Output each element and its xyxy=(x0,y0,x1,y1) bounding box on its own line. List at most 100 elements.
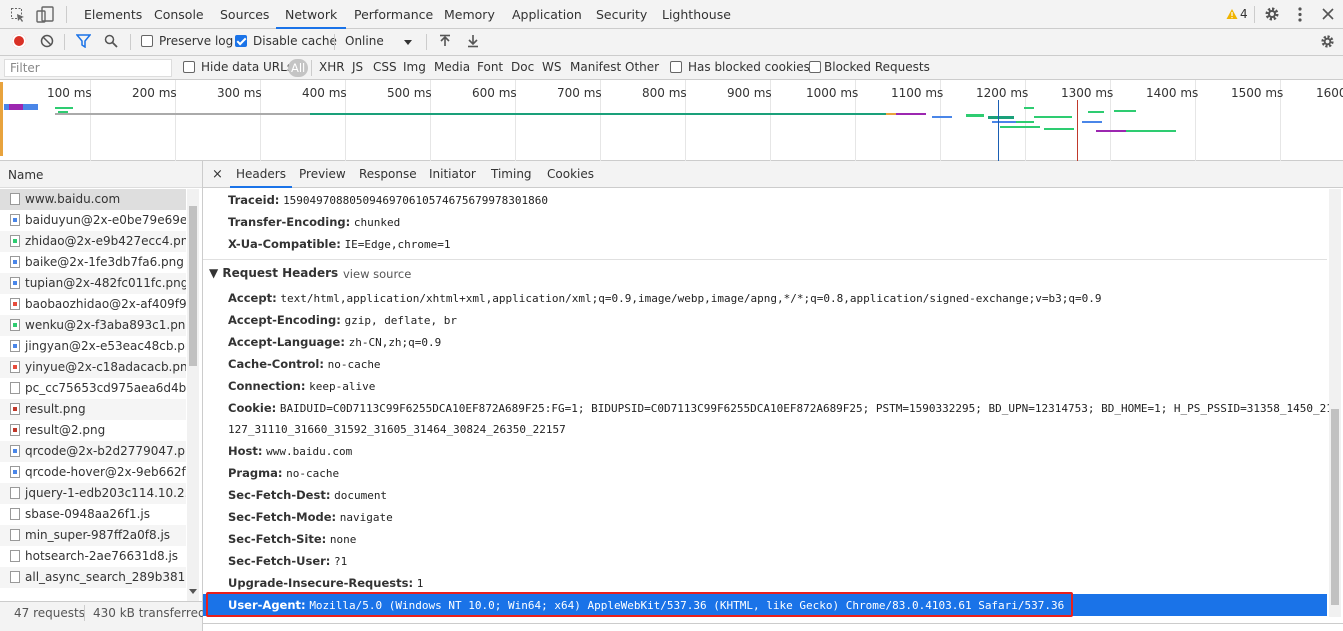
tab-sources[interactable]: Sources xyxy=(220,0,269,29)
warning-count[interactable]: 4 xyxy=(1240,7,1248,21)
request-row[interactable]: jquery-1-edb203c114.10.2.js xyxy=(0,483,186,504)
tab-performance[interactable]: Performance xyxy=(354,0,433,29)
disable-cache-checkbox[interactable] xyxy=(235,35,247,47)
request-list-scrollbar[interactable] xyxy=(187,189,199,603)
hide-data-urls-checkbox[interactable] xyxy=(183,61,195,73)
settings-gear-icon[interactable] xyxy=(1264,6,1280,22)
separator xyxy=(311,60,312,76)
overview-bar xyxy=(310,113,890,115)
request-row[interactable]: all_async_search_289b381.js xyxy=(0,567,186,588)
request-row[interactable]: www.baidu.com xyxy=(0,189,186,210)
header-row: Host: www.baidu.com xyxy=(228,444,353,459)
detail-tab-initiator[interactable]: Initiator xyxy=(429,161,476,188)
header-row: Pragma: no-cache xyxy=(228,466,340,481)
request-row[interactable]: min_super-987ff2a0f8.js xyxy=(0,525,186,546)
detail-tab-response[interactable]: Response xyxy=(359,161,417,188)
request-row[interactable]: result@2.png xyxy=(0,420,186,441)
clear-icon[interactable] xyxy=(40,34,54,48)
file-icon xyxy=(10,319,20,331)
type-filter-font[interactable]: Font xyxy=(477,60,503,74)
type-filter-ws[interactable]: WS xyxy=(542,60,561,74)
timeline-tick-label: 100 ms xyxy=(47,86,92,100)
chevron-down-icon[interactable] xyxy=(404,40,412,45)
filter-icon[interactable] xyxy=(75,34,92,49)
request-row[interactable]: hotsearch-2ae76631d8.js xyxy=(0,546,186,567)
request-row[interactable]: baiduyun@2x-e0be79e69e.pn xyxy=(0,210,186,231)
tab-elements[interactable]: Elements xyxy=(84,0,142,29)
has-blocked-cookies-label[interactable]: Has blocked cookies xyxy=(688,60,810,74)
request-row[interactable]: wenku@2x-f3aba893c1.png xyxy=(0,315,186,336)
domcontentloaded-marker xyxy=(998,100,999,161)
request-row[interactable]: tupian@2x-482fc011fc.png xyxy=(0,273,186,294)
request-row[interactable]: result.png xyxy=(0,399,186,420)
request-count: 47 requests xyxy=(14,606,85,620)
overview-bar xyxy=(988,116,1014,119)
request-row[interactable]: qrcode@2x-b2d2779047.png xyxy=(0,441,186,462)
tab-application[interactable]: Application xyxy=(512,0,582,29)
export-har-icon[interactable] xyxy=(466,34,480,48)
tab-memory[interactable]: Memory xyxy=(444,0,495,29)
close-devtools-icon[interactable] xyxy=(1322,8,1334,20)
timeline-tick-label: 300 ms xyxy=(217,86,262,100)
request-name: result.png xyxy=(25,402,86,416)
type-filter-css[interactable]: CSS xyxy=(373,60,397,74)
tab-lighthouse[interactable]: Lighthouse xyxy=(662,0,731,29)
view-source-link[interactable]: view source xyxy=(343,267,411,281)
request-row[interactable]: zhidao@2x-e9b427ecc4.png xyxy=(0,231,186,252)
type-filter-xhr[interactable]: XHR xyxy=(319,60,345,74)
status-bar: 47 requests 430 kB transferred xyxy=(0,601,206,631)
name-column-header[interactable]: Name xyxy=(0,161,202,188)
timeline-tick-label: 1300 ms xyxy=(1061,86,1114,100)
type-filter-media[interactable]: Media xyxy=(434,60,470,74)
scrollbar-thumb[interactable] xyxy=(1331,409,1339,605)
tab-console[interactable]: Console xyxy=(154,0,204,29)
type-filter-img[interactable]: Img xyxy=(403,60,426,74)
network-settings-gear-icon[interactable] xyxy=(1320,34,1335,49)
blocked-requests-label[interactable]: Blocked Requests xyxy=(824,60,930,74)
device-toolbar-icon[interactable] xyxy=(36,6,54,23)
search-icon[interactable] xyxy=(104,34,118,48)
detail-tabbar: × Headers Preview Response Initiator Tim… xyxy=(203,161,1343,188)
hide-data-urls-label[interactable]: Hide data URLs xyxy=(201,60,293,74)
detail-tab-preview[interactable]: Preview xyxy=(299,161,346,188)
file-icon xyxy=(10,340,20,352)
type-filter-other[interactable]: Other xyxy=(625,60,659,74)
request-headers-section-title[interactable]: ▼ Request Headers xyxy=(209,266,338,280)
scrollbar-thumb[interactable] xyxy=(189,206,197,366)
request-row[interactable]: jingyan@2x-e53eac48cb.png xyxy=(0,336,186,357)
overview-bar xyxy=(1000,126,1040,128)
request-name: qrcode@2x-b2d2779047.png xyxy=(25,444,186,458)
type-filter-all[interactable]: All xyxy=(288,59,309,77)
import-har-icon[interactable] xyxy=(438,34,452,48)
record-icon[interactable] xyxy=(12,34,26,48)
scroll-down-arrow-icon[interactable] xyxy=(189,589,197,594)
request-row[interactable]: baobaozhidao@2x-af409f9db xyxy=(0,294,186,315)
preserve-log-label[interactable]: Preserve log xyxy=(159,34,233,48)
blocked-requests-checkbox[interactable] xyxy=(809,61,821,73)
network-overview-timeline[interactable]: 100 ms 200 ms 300 ms 400 ms 500 ms 600 ms 700 … xyxy=(0,80,1343,161)
disable-cache-label[interactable]: Disable cache xyxy=(253,34,337,48)
request-row[interactable]: pc_cc75653cd975aea6d4ba1f. xyxy=(0,378,186,399)
type-filter-doc[interactable]: Doc xyxy=(511,60,534,74)
type-filter-manifest[interactable]: Manifest xyxy=(570,60,621,74)
more-options-icon[interactable] xyxy=(1297,7,1303,23)
tab-network[interactable]: Network xyxy=(276,0,347,29)
detail-tab-cookies[interactable]: Cookies xyxy=(547,161,594,188)
detail-tab-headers[interactable]: Headers xyxy=(230,161,292,188)
warning-icon[interactable] xyxy=(1226,8,1238,20)
close-detail-button[interactable]: × xyxy=(212,161,223,188)
tab-security[interactable]: Security xyxy=(596,0,647,29)
type-filter-js[interactable]: JS xyxy=(352,60,363,74)
has-blocked-cookies-checkbox[interactable] xyxy=(670,61,682,73)
name-header-label: Name xyxy=(8,168,44,182)
inspect-element-icon[interactable] xyxy=(10,7,26,23)
request-row[interactable]: qrcode-hover@2x-9eb662f4e xyxy=(0,462,186,483)
overview-bar xyxy=(886,113,896,115)
request-row[interactable]: baike@2x-1fe3db7fa6.png xyxy=(0,252,186,273)
throttling-select[interactable]: Online xyxy=(345,34,384,48)
request-row[interactable]: yinyue@2x-c18adacacb.png xyxy=(0,357,186,378)
request-row[interactable]: sbase-0948aa26f1.js xyxy=(0,504,186,525)
preserve-log-checkbox[interactable] xyxy=(141,35,153,47)
detail-tab-timing[interactable]: Timing xyxy=(491,161,532,188)
detail-scrollbar[interactable] xyxy=(1329,189,1341,617)
